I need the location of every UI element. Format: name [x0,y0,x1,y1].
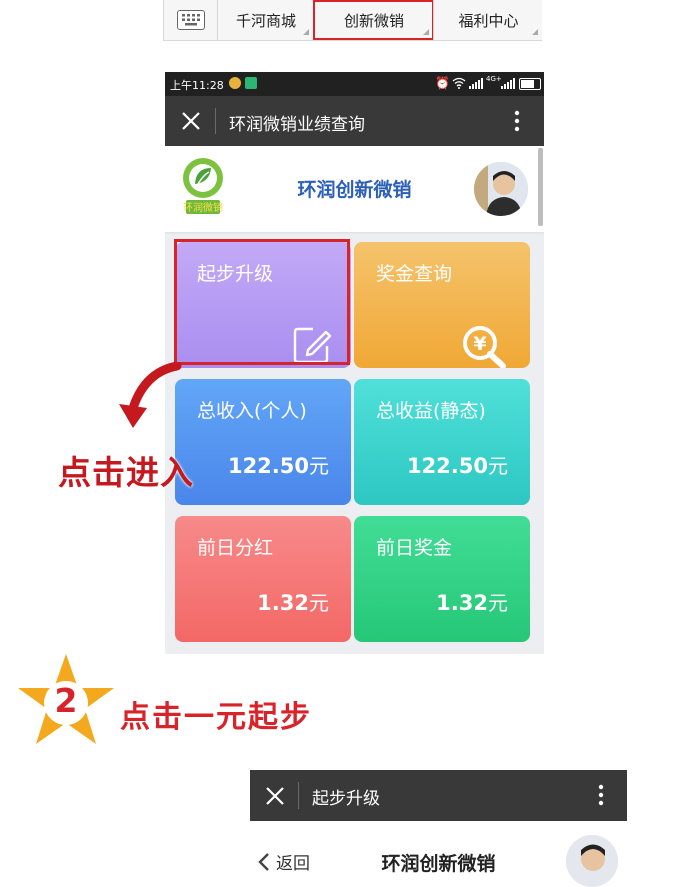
android-status-bar: 上午11:28 ⏰ 4G+ [165,72,544,96]
click-enter-annotation: 点击进入 [58,453,194,492]
menu-item-label: 创新微销 [343,11,404,30]
more-options-icon[interactable] [597,784,605,806]
webview-title-bar-2: 起步升级 [250,770,627,821]
wifi-icon [452,77,466,89]
tile-value-wrap: 122.50元 [228,450,329,479]
app-header-2: 返回 环润创新微销 [250,821,627,887]
menu-item-innovation-sales[interactable]: 创新微销 [313,0,434,40]
highlight-box [174,239,350,365]
title-divider [215,108,216,134]
notification-icon [229,77,241,89]
tile-yesterday-bonus[interactable]: 前日奖金 1.32元 [354,516,530,642]
signal-icon [469,78,483,89]
avatar[interactable] [474,162,528,216]
tile-value: 1.32 [436,591,488,615]
app-header: 环润微销 环润创新微销 [165,146,544,232]
menu-item-label: 福利中心 [458,11,519,30]
tile-value-wrap: 122.50元 [407,450,508,479]
title-divider [298,782,299,809]
scrollbar[interactable] [538,148,543,226]
close-icon[interactable] [181,111,201,131]
wechat-menu-bar: 千河商城 创新微销 福利中心 [163,0,542,41]
menu-item-welfare-center[interactable]: 福利中心 [433,0,543,40]
tile-unit: 元 [309,454,329,478]
yuan-search-icon: ¥ [463,326,506,368]
wechat-notification-icon [245,77,257,89]
battery-icon [519,78,541,90]
webview-title-bar: 环润微销业绩查询 [165,96,544,146]
avatar[interactable] [566,835,618,887]
submenu-indicator-icon [303,29,309,35]
tile-unit: 元 [488,591,508,615]
logo-text: 环润微销 [183,201,223,214]
keyboard-icon [177,10,205,30]
tile-value: 122.50 [227,454,309,478]
step-instruction: 点击一元起步 [120,700,312,735]
tile-value-wrap: 1.32元 [257,587,329,616]
tile-label: 总收益(静态) [376,400,486,422]
tile-total-income[interactable]: 总收入(个人) 122.50元 [175,379,351,505]
network-type-label: 4G+ [486,75,502,83]
curved-arrow-icon [119,362,182,428]
tile-unit: 元 [309,591,329,615]
tile-total-earnings[interactable]: 总收益(静态) 122.50元 [354,379,530,505]
page-title: 起步升级 [312,789,380,809]
page-title: 环润微销业绩查询 [229,115,365,135]
alarm-icon: ⏰ [435,76,450,90]
tile-bonus-query[interactable]: 奖金查询 ¥ [354,242,530,368]
step-number: 2 [54,680,78,720]
tile-value-wrap: 1.32元 [436,587,508,616]
tile-label: 前日奖金 [376,537,453,559]
signal-icon-secondary [501,78,515,89]
more-options-icon[interactable] [513,110,521,132]
status-time: 上午11:28 [170,79,224,92]
keyboard-toggle-button[interactable] [163,0,218,40]
menu-item-label: 千河商城 [235,11,296,30]
tile-label: 总收入(个人) [197,400,307,422]
submenu-indicator-icon [532,29,538,35]
tile-label: 奖金查询 [376,263,453,285]
tile-unit: 元 [488,454,508,478]
tile-label: 前日分红 [197,537,274,559]
submenu-indicator-icon [423,29,429,35]
svg-text:¥: ¥ [473,333,486,355]
menu-item-qianhe-mall[interactable]: 千河商城 [217,0,314,40]
close-icon[interactable] [265,786,285,806]
tile-value: 1.32 [257,591,309,615]
tile-value: 122.50 [406,454,488,478]
tile-yesterday-dividend[interactable]: 前日分红 1.32元 [175,516,351,642]
